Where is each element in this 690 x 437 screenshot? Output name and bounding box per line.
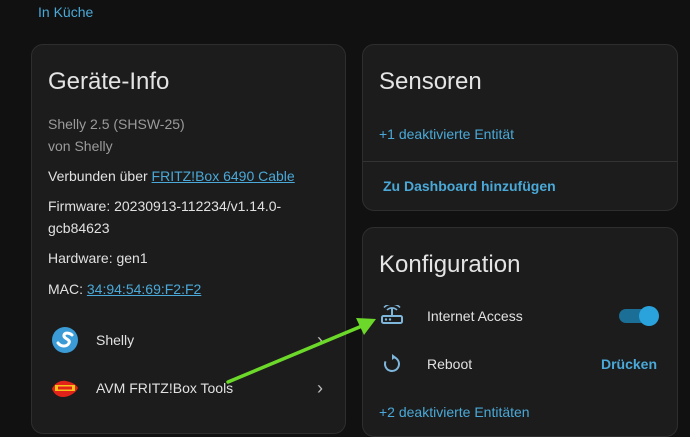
reboot-label: Reboot bbox=[427, 356, 473, 372]
device-model: Shelly 2.5 (SHSW-25) bbox=[48, 116, 185, 132]
device-manufacturer: von Shelly bbox=[48, 138, 113, 154]
device-info-card: Geräte-Info Shelly 2.5 (SHSW-25) von She… bbox=[31, 44, 346, 434]
firmware-line2: gcb84623 bbox=[48, 220, 110, 236]
connected-via: Verbunden über FRITZ!Box 6490 Cable bbox=[48, 165, 295, 187]
mac-link[interactable]: 34:94:54:69:F2:F2 bbox=[87, 281, 201, 297]
mac-label: MAC: bbox=[48, 281, 87, 297]
chevron-right-icon: › bbox=[317, 377, 323, 398]
device-info-title: Geräte-Info bbox=[48, 68, 170, 95]
sensors-disabled-entities-link[interactable]: +1 deaktivierte Entität bbox=[379, 126, 514, 142]
reboot-press-button[interactable]: Drücken bbox=[601, 356, 657, 372]
sensors-card: Sensoren +1 deaktivierte Entität Zu Dash… bbox=[362, 44, 678, 211]
divider bbox=[363, 161, 677, 162]
add-to-dashboard-button[interactable]: Zu Dashboard hinzufügen bbox=[383, 178, 556, 194]
firmware-line1: Firmware: 20230913-112234/v1.14.0- bbox=[48, 198, 282, 214]
toggle-knob bbox=[639, 306, 659, 326]
sensors-title: Sensoren bbox=[379, 68, 482, 95]
connected-via-label: Verbunden über bbox=[48, 168, 152, 184]
hardware: Hardware: gen1 bbox=[48, 250, 148, 266]
integration-label-fritzbox: AVM FRITZ!Box Tools bbox=[96, 380, 234, 396]
fritzbox-link[interactable]: FRITZ!Box 6490 Cable bbox=[152, 168, 295, 184]
config-row-internet-access: Internet Access bbox=[363, 296, 677, 336]
area-link[interactable]: In Küche bbox=[38, 4, 93, 20]
shelly-icon bbox=[50, 325, 80, 355]
integration-row-fritzbox[interactable]: AVM FRITZ!Box Tools › bbox=[32, 365, 345, 411]
integration-label-shelly: Shelly bbox=[96, 332, 135, 348]
restart-icon bbox=[379, 351, 405, 377]
chevron-right-icon: › bbox=[317, 329, 323, 350]
internet-access-label: Internet Access bbox=[427, 308, 523, 324]
config-row-reboot: Reboot Drücken bbox=[363, 344, 677, 384]
config-disabled-entities-link[interactable]: +2 deaktivierte Entitäten bbox=[379, 404, 530, 420]
mac-address: MAC: 34:94:54:69:F2:F2 bbox=[48, 278, 201, 300]
configuration-title: Konfiguration bbox=[379, 251, 521, 278]
configuration-card: Konfiguration Internet Access Reboot Drü… bbox=[362, 227, 678, 437]
router-network-icon bbox=[379, 303, 405, 329]
internet-access-toggle[interactable] bbox=[619, 306, 659, 326]
fritzbox-icon bbox=[50, 373, 80, 403]
integration-row-shelly[interactable]: Shelly › bbox=[32, 317, 345, 363]
